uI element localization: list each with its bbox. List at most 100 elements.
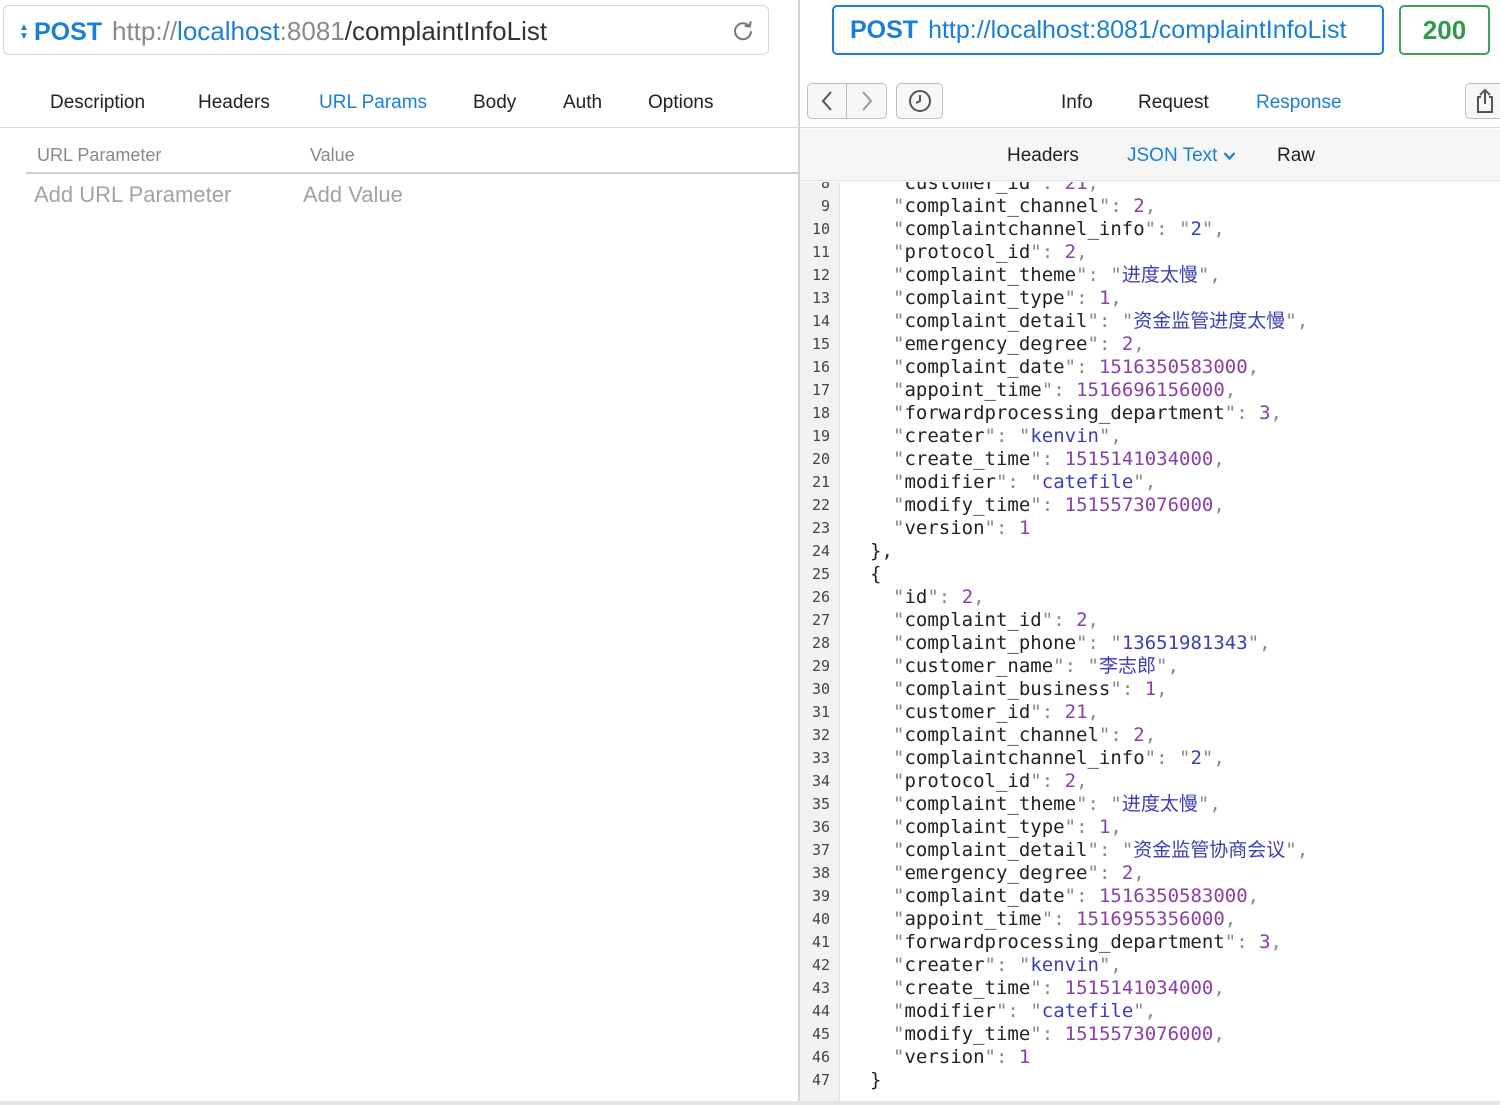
json-colon: : <box>1053 609 1077 631</box>
json-quote: " <box>1110 793 1122 815</box>
request-tabs: Description Headers URL Params Body Auth… <box>0 80 798 128</box>
json-string-value: 进度太慢 <box>1121 793 1198 815</box>
json-entry: "complaint_channel": 2, <box>893 195 1156 218</box>
line-number: 8 <box>820 182 830 192</box>
forward-button[interactable] <box>847 83 887 119</box>
subtab-headers[interactable]: Headers <box>1007 145 1079 167</box>
history-button[interactable] <box>896 83 943 119</box>
json-quote: " <box>1018 954 1031 976</box>
json-colon: : <box>1110 195 1134 217</box>
json-quote: " <box>1121 310 1134 332</box>
json-quote: " <box>893 241 905 263</box>
json-comma: , <box>1144 195 1157 217</box>
json-colon: : <box>1156 747 1180 769</box>
json-quote: " <box>1018 425 1031 447</box>
tab-options[interactable]: Options <box>648 92 713 114</box>
subtab-raw[interactable]: Raw <box>1277 145 1315 167</box>
json-key: complaint_date <box>904 885 1065 907</box>
json-key: customer_id <box>904 701 1031 723</box>
json-comma: , <box>1247 885 1260 907</box>
json-quote: " <box>1224 402 1237 424</box>
json-comma: , <box>1296 839 1309 861</box>
json-line: 31 "customer_id": 21, <box>800 701 1500 724</box>
json-line: 17 "appoint_time": 1516696156000, <box>800 379 1500 402</box>
json-number-value: 1516696156000 <box>1076 379 1225 401</box>
json-viewer[interactable]: 8 "customer_id": 21, 9 "complaint_channel":… <box>800 182 1500 1102</box>
json-line: 32 "complaint_channel": 2, <box>800 724 1500 747</box>
url-input[interactable]: http://localhost:8081/complaintInfoList <box>112 16 547 47</box>
json-entry: "version": 1 <box>893 517 1030 540</box>
tab-auth[interactable]: Auth <box>563 92 602 114</box>
updown-arrows-icon: ▲ ▼ <box>19 22 29 42</box>
json-quote: " <box>893 655 905 677</box>
tab-info[interactable]: Info <box>1061 92 1093 114</box>
json-line: 37 "complaint_detail": "资金监管协商会议", <box>800 839 1500 862</box>
method-selector[interactable]: ▲ ▼ POST <box>17 18 102 46</box>
json-quote: " <box>893 632 905 654</box>
json-comma: , <box>1213 448 1225 470</box>
add-value-field[interactable]: Add Value <box>303 182 403 208</box>
tab-description[interactable]: Description <box>50 92 145 114</box>
json-entry: "protocol_id": 2, <box>893 241 1088 264</box>
line-number: 40 <box>811 910 830 928</box>
json-quote: " <box>1133 1000 1145 1022</box>
tab-headers[interactable]: Headers <box>198 92 270 114</box>
json-colon: : <box>1041 770 1065 792</box>
json-entry: "modifier": "catefile", <box>893 1000 1156 1023</box>
json-entry: "forwardprocessing_department": 3, <box>893 402 1282 425</box>
request-pane: ▲ ▼ POST http://localhost:8081/complaintI… <box>0 0 798 1105</box>
line-number: 21 <box>811 473 830 491</box>
line-number: 46 <box>811 1048 830 1066</box>
json-line: 18 "forwardprocessing_department": 3, <box>800 402 1500 425</box>
json-line: 22 "modify_time": 1515573076000, <box>800 494 1500 517</box>
json-entry: "complaint_date": 1516350583000, <box>893 356 1259 379</box>
line-number: 47 <box>811 1071 830 1089</box>
back-button[interactable] <box>807 83 847 119</box>
tab-response[interactable]: Response <box>1256 92 1342 114</box>
json-key: modify_time <box>904 494 1031 516</box>
json-quote: " <box>893 1046 905 1068</box>
json-entry: "complaintchannel_info": "2", <box>893 218 1225 241</box>
json-comma: , <box>1270 402 1282 424</box>
tab-body[interactable]: Body <box>473 92 516 114</box>
subtab-json-text[interactable]: JSON Text <box>1127 145 1236 167</box>
json-number-value: 2 <box>1133 724 1145 746</box>
json-colon: : <box>995 954 1019 976</box>
tab-request[interactable]: Request <box>1138 92 1209 114</box>
reload-icon[interactable] <box>730 18 756 44</box>
json-quote: " <box>893 701 905 723</box>
json-colon: : <box>1236 931 1260 953</box>
json-entry: "modifier": "catefile", <box>893 471 1156 494</box>
json-quote: " <box>984 954 996 976</box>
json-key: complaint_theme <box>904 264 1077 286</box>
json-line: 34 "protocol_id": 2, <box>800 770 1500 793</box>
bottom-border <box>0 1101 1500 1105</box>
json-entry: "complaint_id": 2, <box>893 609 1099 632</box>
status-badge: 200 <box>1399 5 1490 55</box>
json-quote: " <box>1041 609 1054 631</box>
json-number-value: 1515573076000 <box>1064 494 1214 516</box>
json-line: 25 { <box>800 563 1500 586</box>
request-url-bar[interactable]: ▲ ▼ POST http://localhost:8081/complaintI… <box>3 5 769 55</box>
tab-url-params[interactable]: URL Params <box>319 92 427 114</box>
json-comma: , <box>1110 954 1122 976</box>
json-colon: : <box>1007 1000 1031 1022</box>
share-button[interactable] <box>1465 83 1500 119</box>
json-comma: , <box>1167 655 1179 677</box>
json-line: 23 "version": 1 <box>800 517 1500 540</box>
json-entry: "complaint_channel": 2, <box>893 724 1156 747</box>
json-entry: "complaint_theme": "进度太慢", <box>893 793 1221 816</box>
json-entry: "complaint_theme": "进度太慢", <box>893 264 1221 287</box>
json-colon: : <box>1053 908 1077 930</box>
json-entry: "customer_id": 21, <box>893 701 1099 724</box>
add-url-parameter-field[interactable]: Add URL Parameter <box>34 182 231 208</box>
json-colon: : <box>1041 241 1065 263</box>
json-key: complaintchannel_info <box>904 747 1145 769</box>
json-comma: , <box>1133 862 1145 884</box>
json-line: 14 "complaint_detail": "资金监管进度太慢", <box>800 310 1500 333</box>
response-request-summary[interactable]: POST http://localhost:8081/complaintInfo… <box>832 5 1384 55</box>
json-comma: , <box>1110 287 1122 309</box>
json-quote: " <box>1076 632 1088 654</box>
chevron-left-icon <box>821 91 832 111</box>
json-number-value: 1515141034000 <box>1064 448 1214 470</box>
